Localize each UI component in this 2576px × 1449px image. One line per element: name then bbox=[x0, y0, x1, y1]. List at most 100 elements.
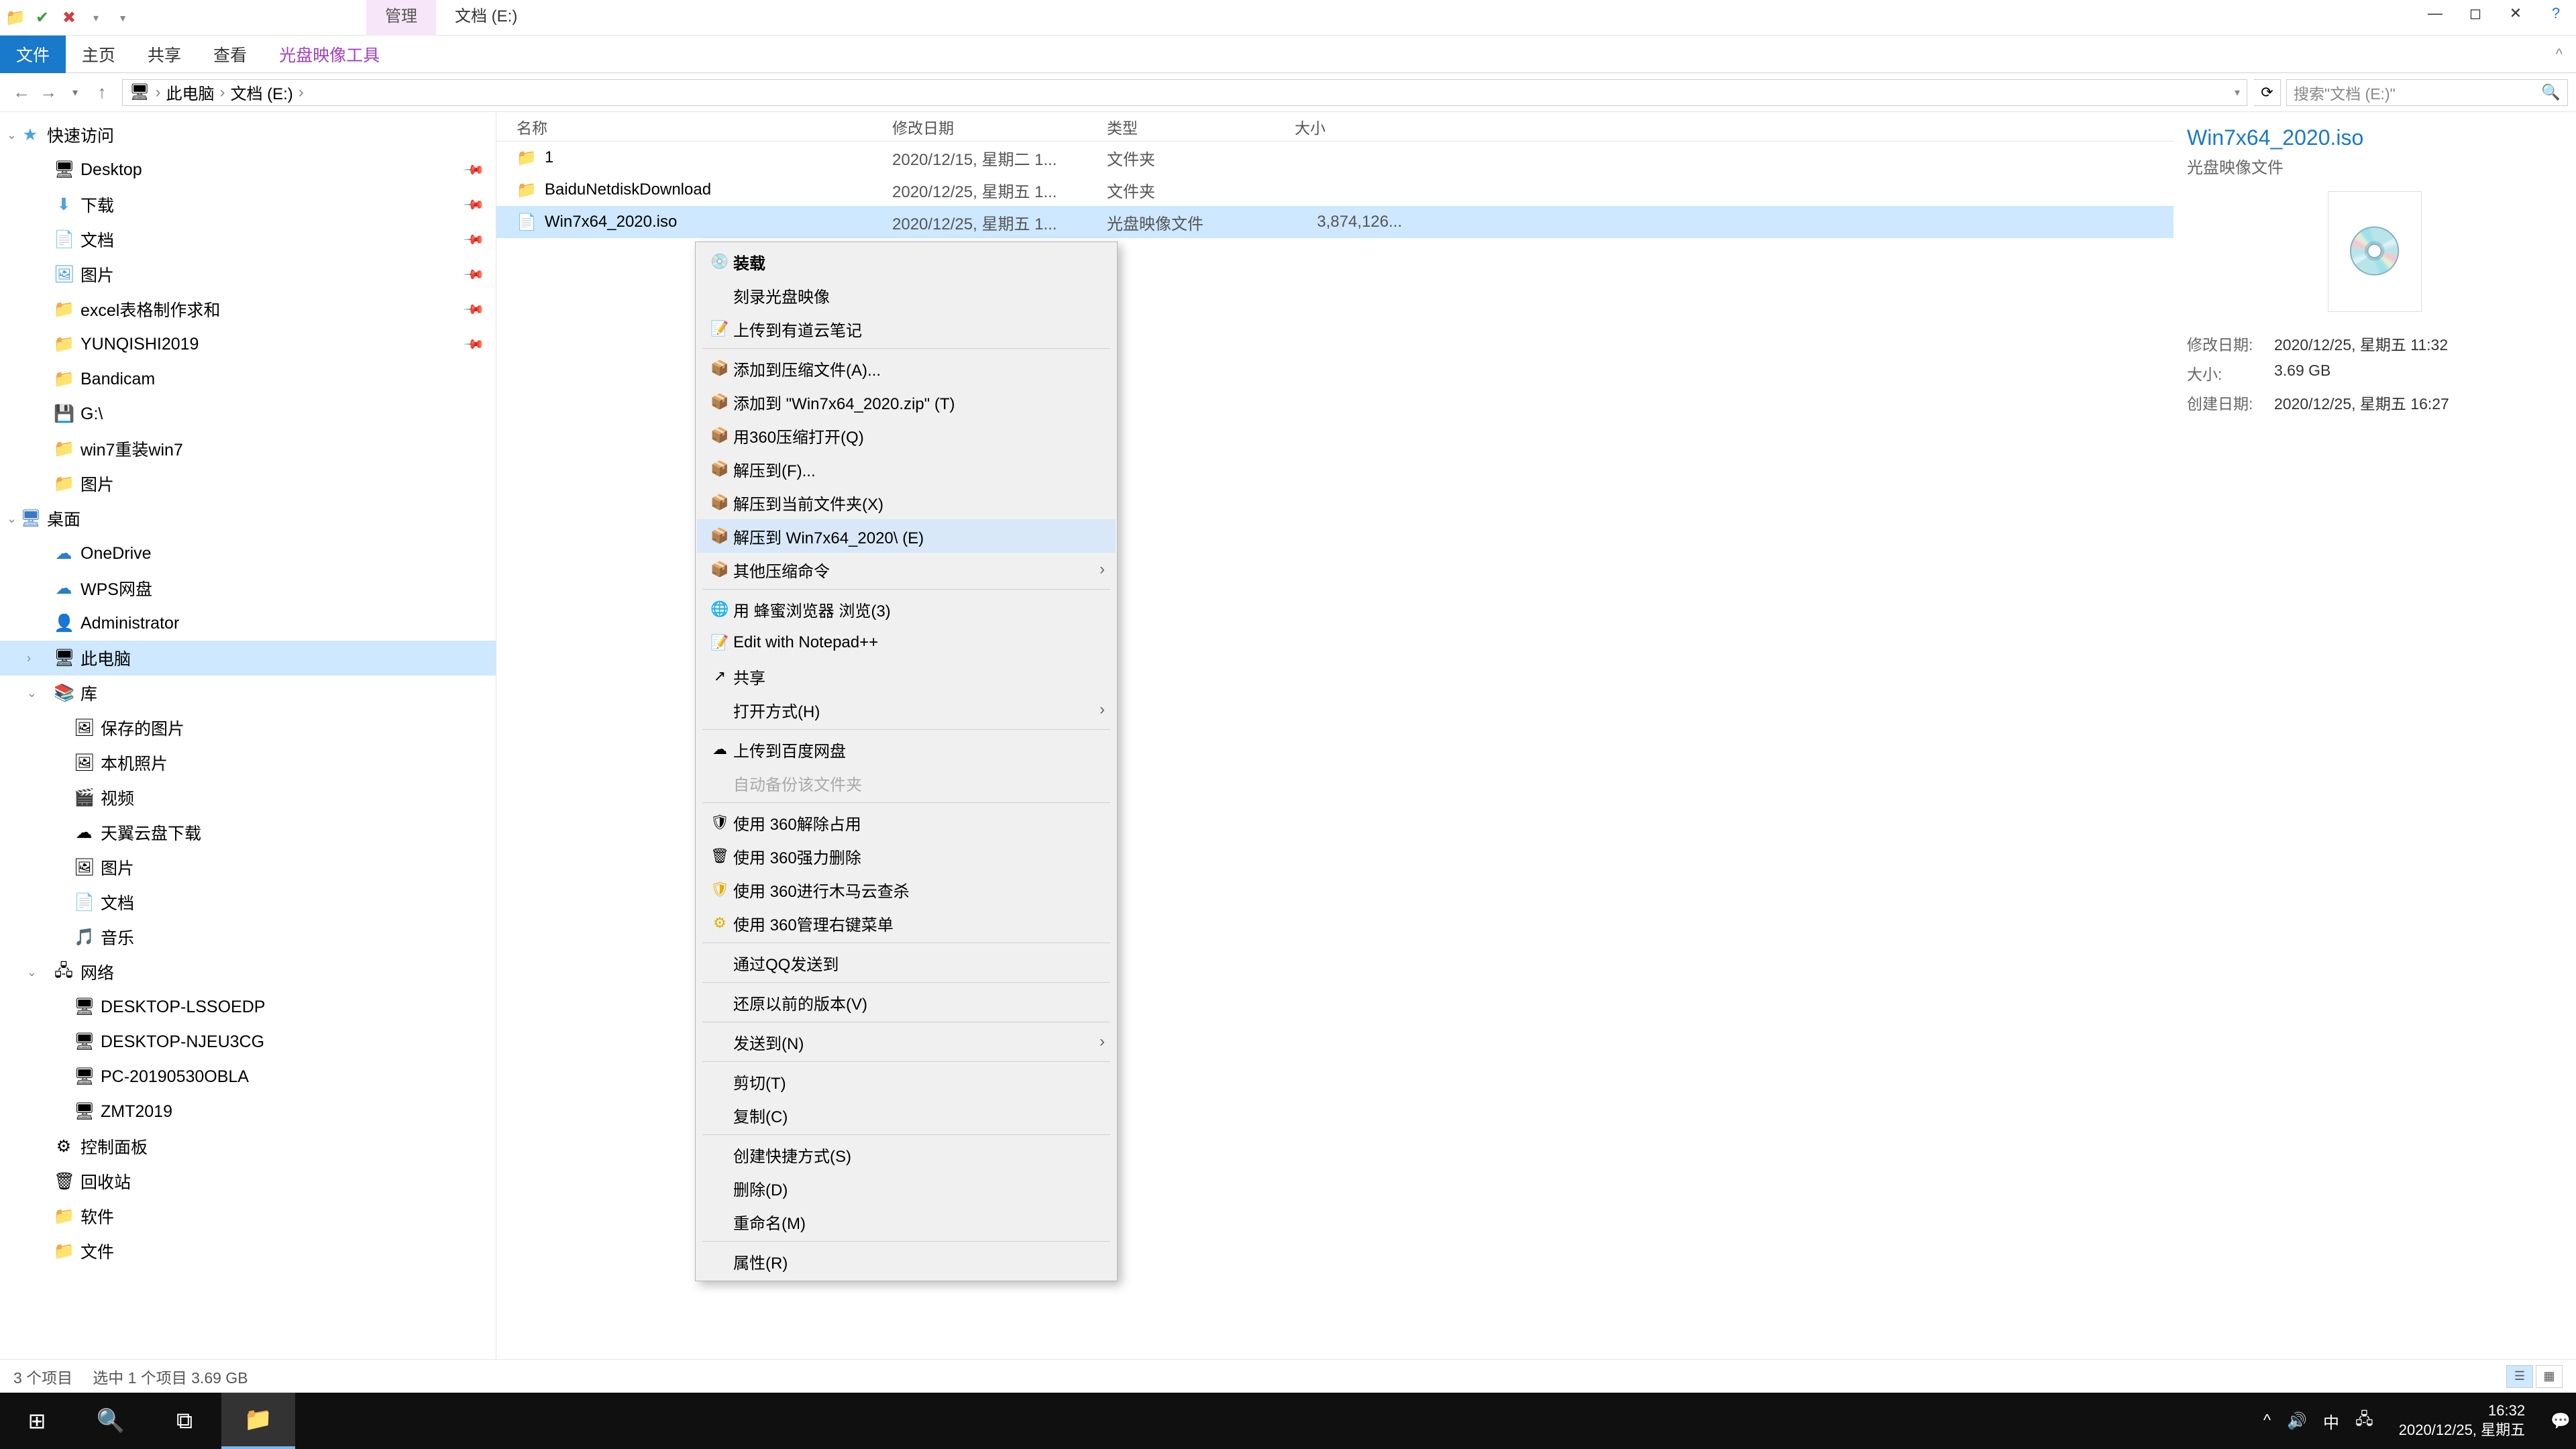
qat-close-icon[interactable]: ✖ bbox=[58, 7, 80, 30]
menu-item[interactable]: 📦添加到压缩文件(A)... bbox=[697, 352, 1116, 385]
file-row[interactable]: 📄Win7x64_2020.iso2020/12/25, 星期五 1...光盘映… bbox=[496, 206, 2174, 238]
system-tray[interactable]: ^ 🔊 中 🖧 16:32 2020/12/25, 星期五 💬 bbox=[2263, 1401, 2576, 1440]
tree-item[interactable]: 📁excel表格制作求和📌 bbox=[0, 292, 496, 327]
breadcrumb-seg-1[interactable]: 文档 (E:) bbox=[230, 80, 292, 104]
tray-chevron-icon[interactable]: ^ bbox=[2263, 1411, 2271, 1430]
tree-item[interactable]: 🖥DESKTOP-NJEU3CG bbox=[0, 1024, 496, 1059]
view-icons-button[interactable]: ▦ bbox=[2536, 1365, 2563, 1388]
tray-notifications-icon[interactable]: 💬 bbox=[2551, 1411, 2571, 1431]
tree-item[interactable]: 🗑回收站 bbox=[0, 1164, 496, 1199]
maximize-button[interactable]: ◻ bbox=[2455, 0, 2496, 27]
menu-item[interactable]: 📝Edit with Notepad++ bbox=[697, 626, 1116, 659]
tree-item[interactable]: 🎵音乐 bbox=[0, 920, 496, 955]
nav-back-button[interactable]: ← bbox=[8, 79, 35, 106]
file-row[interactable]: 📁BaiduNetdiskDownload2020/12/25, 星期五 1..… bbox=[496, 174, 2174, 206]
menu-item[interactable]: 🛡使用 360解除占用 bbox=[697, 806, 1116, 839]
tree-item[interactable]: 📁文件 bbox=[0, 1234, 496, 1269]
breadcrumb-dropdown-icon[interactable]: ▾ bbox=[2235, 86, 2240, 99]
tree-item[interactable]: 🖥ZMT2019 bbox=[0, 1094, 496, 1129]
ribbon-tab-share[interactable]: 共享 bbox=[131, 36, 197, 73]
menu-item[interactable]: 📝上传到有道云笔记 bbox=[697, 312, 1116, 345]
taskview-search-button[interactable]: 🔍 bbox=[74, 1393, 148, 1449]
qat-check-icon[interactable]: ✔ bbox=[31, 7, 54, 30]
tree-item[interactable]: 🖼本机照片 bbox=[0, 745, 496, 780]
tree-item[interactable]: 🖼图片📌 bbox=[0, 257, 496, 292]
ribbon-expand-icon[interactable]: ^ bbox=[2556, 46, 2576, 63]
tree-item[interactable]: 🖼图片 bbox=[0, 850, 496, 885]
menu-item[interactable]: 发送到(N)› bbox=[697, 1025, 1116, 1059]
tree-item[interactable]: 🎬视频 bbox=[0, 780, 496, 815]
menu-item[interactable]: 📦其他压缩命令› bbox=[697, 553, 1116, 586]
menu-item[interactable]: 还原以前的版本(V) bbox=[697, 985, 1116, 1019]
tree-item[interactable]: 📄文档📌 bbox=[0, 222, 496, 257]
context-menu[interactable]: 💿装载刻录光盘映像📝上传到有道云笔记 📦添加到压缩文件(A)...📦添加到 "Wi… bbox=[695, 241, 1118, 1281]
close-button[interactable]: ✕ bbox=[2496, 0, 2536, 27]
view-details-button[interactable]: ☰ bbox=[2506, 1365, 2533, 1388]
tree-item[interactable]: 🖥Desktop📌 bbox=[0, 152, 496, 187]
ribbon-tab-file[interactable]: 文件 bbox=[0, 36, 66, 73]
tree-item[interactable]: ⬇下载📌 bbox=[0, 187, 496, 222]
help-button[interactable]: ? bbox=[2536, 0, 2576, 27]
file-row[interactable]: 📁12020/12/15, 星期二 1...文件夹 bbox=[496, 142, 2174, 174]
menu-item[interactable]: 删除(D) bbox=[697, 1171, 1116, 1205]
menu-item[interactable]: ↗共享 bbox=[697, 659, 1116, 693]
tray-ime-icon[interactable]: 中 bbox=[2323, 1409, 2339, 1433]
taskbar-explorer[interactable]: 📁 bbox=[221, 1393, 295, 1449]
tree-item[interactable]: 📁win7重装win7 bbox=[0, 431, 496, 466]
menu-item[interactable]: 通过QQ发送到 bbox=[697, 946, 1116, 979]
taskbar[interactable]: ⊞ 🔍 ⧉ 📁 ^ 🔊 中 🖧 16:32 2020/12/25, 星期五 💬 bbox=[0, 1393, 2576, 1449]
tree-item[interactable]: ⌄🖥桌面 bbox=[0, 501, 496, 536]
explorer-icon[interactable]: 📁 bbox=[4, 7, 27, 30]
tree-item[interactable]: 📁YUNQISHI2019📌 bbox=[0, 327, 496, 362]
refresh-button[interactable]: ⟳ bbox=[2254, 79, 2281, 106]
menu-item[interactable]: 🗑使用 360强力删除 bbox=[697, 839, 1116, 873]
menu-item[interactable]: 📦用360压缩打开(Q) bbox=[697, 419, 1116, 452]
col-name[interactable]: 名称 bbox=[496, 115, 892, 138]
menu-item[interactable]: 💿装载 bbox=[697, 245, 1116, 278]
menu-item[interactable]: 📦解压到(F)... bbox=[697, 452, 1116, 486]
tree-item[interactable]: ⌄🖧网络 bbox=[0, 955, 496, 989]
breadcrumb[interactable]: 🖥 › 此电脑 › 文档 (E:) › ▾ bbox=[122, 79, 2247, 106]
menu-item[interactable]: 创建快捷方式(S) bbox=[697, 1138, 1116, 1171]
menu-item[interactable]: 复制(C) bbox=[697, 1098, 1116, 1132]
tray-network-icon[interactable]: 🖧 bbox=[2355, 1407, 2373, 1435]
tree-item[interactable]: 🖼保存的图片 bbox=[0, 710, 496, 745]
nav-tree[interactable]: ⌄★快速访问🖥Desktop📌⬇下载📌📄文档📌🖼图片📌📁excel表格制作求和📌… bbox=[0, 112, 496, 1359]
column-headers[interactable]: 名称 修改日期 类型 大小 bbox=[496, 112, 2174, 142]
menu-item[interactable]: ☁上传到百度网盘 bbox=[697, 733, 1116, 766]
nav-recent-icon[interactable]: ▾ bbox=[62, 79, 89, 106]
ribbon-tab-view[interactable]: 查看 bbox=[197, 36, 263, 73]
menu-item[interactable]: 重命名(M) bbox=[697, 1205, 1116, 1238]
tray-volume-icon[interactable]: 🔊 bbox=[2287, 1411, 2307, 1431]
menu-item[interactable]: 🛡使用 360进行木马云查杀 bbox=[697, 873, 1116, 906]
minimize-button[interactable]: — bbox=[2415, 0, 2455, 27]
tree-item[interactable]: 📁Bandicam bbox=[0, 362, 496, 396]
tree-item[interactable]: ☁OneDrive bbox=[0, 536, 496, 571]
tree-item[interactable]: 📁软件 bbox=[0, 1199, 496, 1234]
qat-overflow-icon[interactable]: ▼ bbox=[111, 7, 134, 30]
menu-item[interactable]: 📦添加到 "Win7x64_2020.zip" (T) bbox=[697, 385, 1116, 419]
menu-item[interactable]: 📦解压到当前文件夹(X) bbox=[697, 486, 1116, 519]
tree-item[interactable]: ⌄📚库 bbox=[0, 676, 496, 710]
nav-up-button[interactable]: ↑ bbox=[89, 79, 115, 106]
tree-item[interactable]: ⚙控制面板 bbox=[0, 1129, 496, 1164]
breadcrumb-seg-0[interactable]: 此电脑 bbox=[166, 80, 214, 104]
menu-item[interactable]: 刻录光盘映像 bbox=[697, 278, 1116, 312]
ribbon-tab-tools[interactable]: 光盘映像工具 bbox=[263, 36, 396, 73]
menu-item[interactable]: 打开方式(H)› bbox=[697, 693, 1116, 727]
menu-item[interactable]: 🌐用 蜂蜜浏览器 浏览(3) bbox=[697, 592, 1116, 626]
col-type[interactable]: 类型 bbox=[1107, 115, 1295, 138]
tree-item[interactable]: ☁天翼云盘下载 bbox=[0, 815, 496, 850]
col-date[interactable]: 修改日期 bbox=[892, 115, 1107, 138]
tree-item[interactable]: 👤Administrator bbox=[0, 606, 496, 641]
ribbon-tab-home[interactable]: 主页 bbox=[66, 36, 131, 73]
tree-item[interactable]: 📄文档 bbox=[0, 885, 496, 920]
menu-item[interactable]: ⚙使用 360管理右键菜单 bbox=[697, 906, 1116, 940]
tree-item[interactable]: 🖥DESKTOP-LSSOEDP bbox=[0, 989, 496, 1024]
taskview-button[interactable]: ⧉ bbox=[148, 1393, 221, 1449]
nav-forward-button[interactable]: → bbox=[35, 79, 62, 106]
tree-item[interactable]: 🖥PC-20190530OBLA bbox=[0, 1059, 496, 1094]
qat-dropdown-icon[interactable]: ▾ bbox=[85, 7, 107, 30]
tree-item[interactable]: ›🖥此电脑 bbox=[0, 641, 496, 676]
tree-item[interactable]: ⌄★快速访问 bbox=[0, 117, 496, 152]
